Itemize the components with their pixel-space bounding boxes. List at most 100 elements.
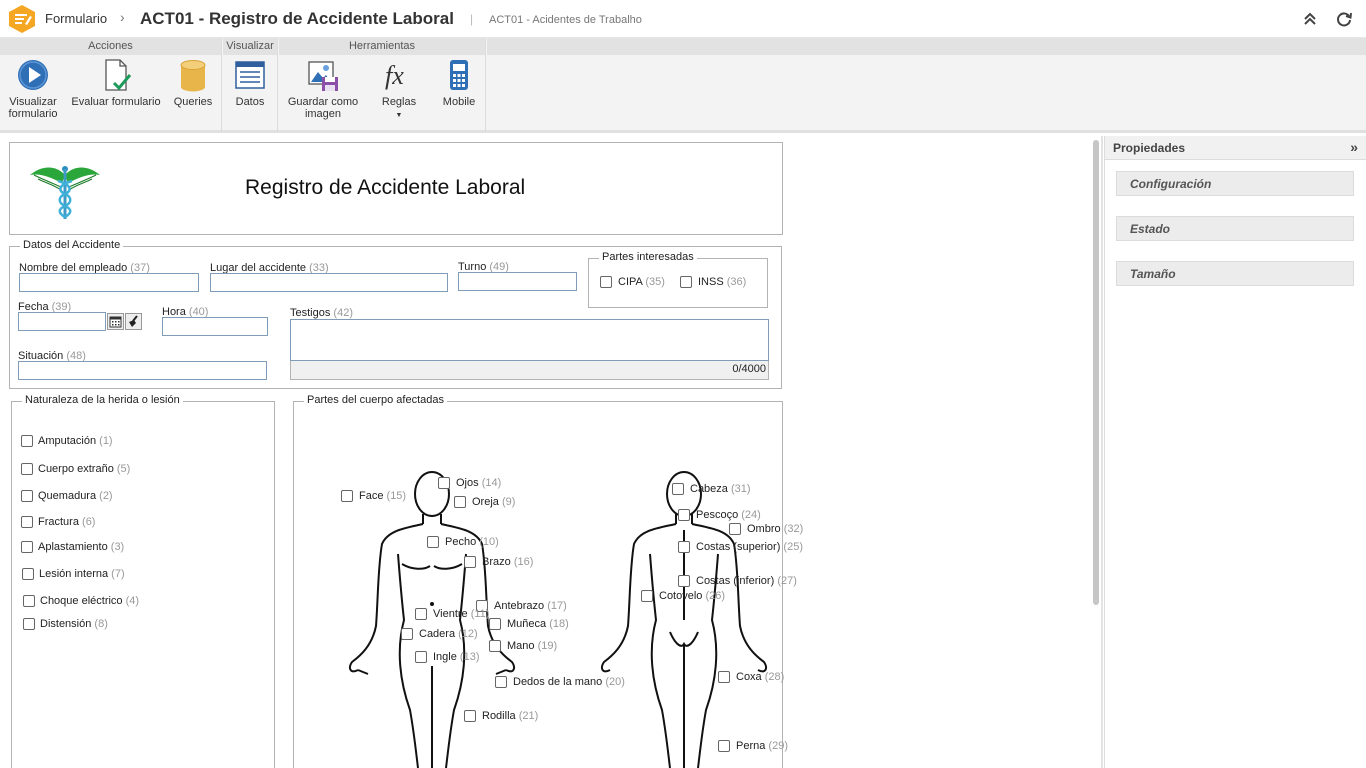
evaluar-label: Evaluar formulario: [71, 96, 161, 108]
quemadura-checkbox[interactable]: [21, 490, 33, 502]
costas-superior-label: Costas (superior) (25): [696, 541, 803, 553]
collapse-up-icon[interactable]: [1300, 9, 1320, 29]
hora-input[interactable]: [162, 317, 268, 336]
properties-title: Propiedades: [1113, 141, 1186, 155]
testigos-char-counter: 0/4000: [290, 361, 769, 380]
inss-label: INSS (36): [698, 276, 747, 288]
brazo-checkbox[interactable]: [464, 556, 476, 568]
queries-label: Queries: [173, 96, 213, 108]
pecho-checkbox[interactable]: [427, 536, 439, 548]
page-title: ACT01 - Registro de Accidente Laboral: [140, 9, 454, 28]
ribbon-group-visualizar: Visualizar Datos: [223, 38, 278, 133]
data-table-icon: [235, 61, 265, 89]
breadcrumb-formulario[interactable]: Formulario: [45, 11, 107, 26]
costas-superior-checkbox[interactable]: [678, 541, 690, 553]
pecho-label: Pecho (10): [445, 536, 499, 548]
muneca-label: Muñeca (18): [507, 618, 569, 630]
refresh-icon[interactable]: [1334, 9, 1354, 29]
guardar-como-imagen-button[interactable]: Guardar como imagen: [283, 58, 363, 120]
mobile-phone-icon: [450, 60, 468, 90]
fecha-input[interactable]: [18, 312, 106, 331]
cabeza-checkbox[interactable]: [672, 483, 684, 495]
face-checkbox[interactable]: [341, 490, 353, 502]
mano-checkbox[interactable]: [489, 640, 501, 652]
cotovelo-checkbox[interactable]: [641, 590, 653, 602]
visualizar-label-1: Visualizar: [9, 96, 57, 108]
brazo-label: Brazo (16): [482, 556, 534, 568]
pescoco-checkbox[interactable]: [678, 509, 690, 521]
dropdown-arrow-icon: ▼: [395, 112, 403, 119]
nombre-empleado-input[interactable]: [19, 273, 199, 292]
coxa-label: Coxa (28): [736, 671, 785, 683]
perna-checkbox[interactable]: [718, 740, 730, 752]
datos-button[interactable]: Datos: [227, 58, 273, 108]
fractura-checkbox[interactable]: [21, 516, 33, 528]
naturaleza-fieldset: Naturaleza de la herida o lesión: [11, 394, 275, 768]
calendar-icon[interactable]: [107, 313, 124, 330]
dedos-mano-checkbox[interactable]: [495, 676, 507, 688]
partes-interesadas-legend: Partes interesadas: [599, 251, 697, 263]
canvas-scrollbar[interactable]: [1093, 140, 1099, 605]
expand-panel-icon[interactable]: »: [1350, 139, 1358, 155]
clear-broom-icon[interactable]: [125, 313, 142, 330]
function-fx-icon: fx: [385, 61, 404, 90]
cadera-checkbox[interactable]: [401, 628, 413, 640]
face-label: Face (15): [359, 490, 407, 502]
aplastamiento-checkbox[interactable]: [21, 541, 33, 553]
oreja-label: Oreja (9): [472, 496, 516, 508]
ribbon-group-title: Herramientas: [279, 38, 485, 55]
evaluar-formulario-button[interactable]: Evaluar formulario: [68, 58, 164, 108]
costas-inferior-checkbox[interactable]: [678, 575, 690, 587]
ribbon-group-title: Acciones: [0, 38, 221, 55]
lugar-accidente-input[interactable]: [210, 273, 448, 292]
situacion-input[interactable]: [18, 361, 267, 380]
muneca-checkbox[interactable]: [489, 618, 501, 630]
turno-input[interactable]: [458, 272, 577, 291]
breadcrumb-separator: ›: [120, 9, 125, 25]
ribbon-group-acciones: Acciones Visualizar formulario Evaluar f…: [0, 38, 222, 133]
tamano-section[interactable]: Tamaño: [1116, 261, 1354, 286]
reglas-dropdown-button[interactable]: fx Reglas ▼: [375, 58, 423, 122]
antebrazo-label: Antebrazo (17): [494, 600, 567, 612]
ingle-checkbox[interactable]: [415, 651, 427, 663]
properties-header: Propiedades »: [1105, 136, 1366, 160]
pescoco-label: Pescoço (24): [696, 509, 761, 521]
canvas-divider: [1101, 136, 1103, 768]
lesion-interna-checkbox[interactable]: [22, 568, 34, 580]
amputacion-checkbox[interactable]: [21, 435, 33, 447]
visualizar-formulario-button[interactable]: Visualizar formulario: [4, 58, 62, 120]
ombro-label: Ombro (32): [747, 523, 804, 535]
form-title: Registro de Accidente Laboral: [245, 176, 526, 199]
distension-checkbox[interactable]: [23, 618, 35, 630]
oreja-checkbox[interactable]: [454, 496, 466, 508]
ombro-checkbox[interactable]: [729, 523, 741, 535]
coxa-checkbox[interactable]: [718, 671, 730, 683]
rodilla-checkbox[interactable]: [464, 710, 476, 722]
ribbon-header-filler: [487, 38, 1366, 55]
configuracion-section[interactable]: Configuración: [1116, 171, 1354, 196]
testigos-textarea[interactable]: [290, 319, 769, 361]
vientre-label: Vientre (11): [433, 608, 490, 620]
cipa-checkbox[interactable]: [600, 276, 612, 288]
ribbon-toolbar: Acciones Visualizar formulario Evaluar f…: [0, 38, 1366, 133]
estado-section[interactable]: Estado: [1116, 216, 1354, 241]
cuerpo-extrano-checkbox[interactable]: [21, 463, 33, 475]
inss-checkbox[interactable]: [680, 276, 692, 288]
datos-accidente-legend: Datos del Accidente: [20, 239, 124, 251]
properties-panel: Propiedades » Configuración Estado Tamañ…: [1104, 136, 1366, 768]
amputacion-label: Amputación (1): [38, 435, 113, 447]
choque-electrico-checkbox[interactable]: [23, 595, 35, 607]
queries-button[interactable]: Queries: [170, 58, 216, 108]
mobile-label: Mobile: [442, 96, 476, 108]
cabeza-label: Cabeza (31): [690, 483, 751, 495]
mano-label: Mano (19): [507, 640, 558, 652]
ojos-checkbox[interactable]: [438, 477, 450, 489]
caduceus-logo: [30, 166, 100, 219]
ingle-label: Ingle (13): [433, 651, 480, 663]
ribbon-group-herramientas: Herramientas Guardar como imagen fx Regl…: [279, 38, 486, 133]
mobile-button[interactable]: Mobile: [435, 58, 483, 108]
visualizar-label-2: formulario: [8, 108, 58, 120]
guardar-label-1: Guardar como: [287, 96, 359, 108]
cuerpo-extrano-label: Cuerpo extraño (5): [38, 463, 131, 475]
vientre-checkbox[interactable]: [415, 608, 427, 620]
